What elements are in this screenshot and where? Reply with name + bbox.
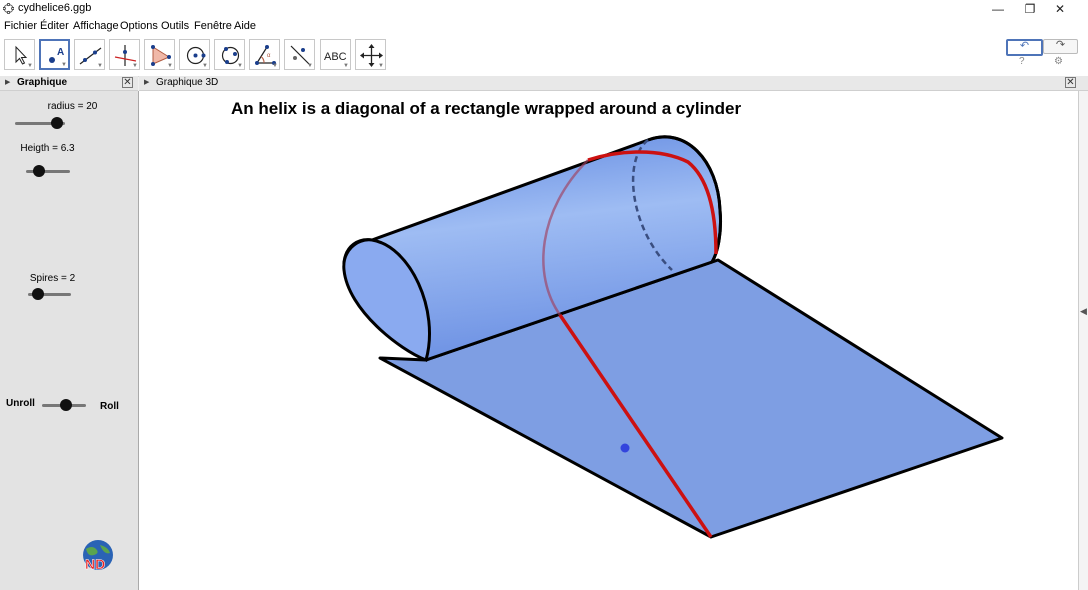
spires-slider-label: Spires = 2 xyxy=(29,273,76,284)
perpendicular-tool[interactable]: ▼ xyxy=(109,39,140,70)
collapse-arrow-icon[interactable]: ▶ xyxy=(5,78,10,86)
svg-text:ND: ND xyxy=(85,556,105,572)
radius-slider-knob[interactable] xyxy=(51,117,63,129)
point-tool[interactable]: A ▼ xyxy=(39,39,70,70)
svg-text:α: α xyxy=(267,53,271,59)
spires-slider-knob[interactable] xyxy=(32,288,44,300)
dropdown-icon: ▼ xyxy=(27,63,33,69)
helix-3d-drawing[interactable] xyxy=(139,91,1078,590)
graphique-panel-title: Graphique xyxy=(17,77,68,88)
redo-button[interactable]: ↷ xyxy=(1043,39,1078,54)
menu-aide[interactable]: Aide xyxy=(234,20,256,32)
undo-button[interactable]: ↶ xyxy=(1006,39,1043,56)
menu-affichage[interactable]: Affichage xyxy=(73,20,119,32)
radius-slider-label: radius = 20 xyxy=(47,101,98,112)
view3d-panel-header: ▶ Graphique 3D ✕ xyxy=(139,76,1088,91)
circle-tool[interactable]: ▼ xyxy=(179,39,210,70)
nd-logo: ND xyxy=(83,540,113,572)
spires-slider[interactable] xyxy=(28,288,71,300)
toolbar: ▼ A ▼ ▼ ▼ ▼ ▼ ▼ α ▼ ▼ ABC ▼ ▼ ↶ ↷ ? ⚙ xyxy=(0,35,1088,77)
window-title: cydhelice6.ggb xyxy=(18,2,92,14)
unroll-label: Unroll xyxy=(6,398,35,409)
menu-editer[interactable]: Éditer xyxy=(40,20,69,32)
line-tool[interactable]: ▼ xyxy=(74,39,105,70)
close-window-button[interactable]: ✕ xyxy=(1045,0,1075,18)
svg-text:A: A xyxy=(57,47,64,58)
view3d-panel-title: Graphique 3D xyxy=(156,77,219,88)
point-marker[interactable] xyxy=(620,443,630,453)
expand-arrow-icon[interactable]: ◀ xyxy=(1080,306,1087,317)
radius-slider[interactable] xyxy=(15,117,65,129)
graphique-3d-view[interactable]: An helix is a diagonal of a rectangle wr… xyxy=(139,91,1078,590)
menu-bar: Fichier Éditer Affichage Options Outils … xyxy=(0,18,1088,35)
dropdown-icon: ▼ xyxy=(97,63,103,69)
dropdown-icon: ▼ xyxy=(61,62,67,68)
minimize-button[interactable]: — xyxy=(983,0,1013,18)
angle-tool[interactable]: α ▼ xyxy=(249,39,280,70)
polygon-tool[interactable]: ▼ xyxy=(144,39,175,70)
right-edge-strip: ◀ xyxy=(1078,91,1088,590)
text-tool[interactable]: ABC ▼ xyxy=(320,39,351,70)
dropdown-icon: ▼ xyxy=(378,63,384,69)
settings-icon[interactable]: ⚙ xyxy=(1054,56,1063,67)
dropdown-icon: ▼ xyxy=(167,63,173,69)
dropdown-icon: ▼ xyxy=(307,63,313,69)
circle-three-points-tool[interactable]: ▼ xyxy=(214,39,245,70)
dropdown-icon: ▼ xyxy=(202,63,208,69)
restore-button[interactable]: ❐ xyxy=(1015,0,1045,18)
roll-label: Roll xyxy=(100,401,119,412)
move-tool[interactable]: ▼ xyxy=(4,39,35,70)
collapse-arrow-icon[interactable]: ▶ xyxy=(144,78,149,86)
dropdown-icon: ▼ xyxy=(237,63,243,69)
roll-slider[interactable] xyxy=(42,399,86,411)
menu-outils[interactable]: Outils xyxy=(161,20,189,32)
title-bar: cydhelice6.ggb — ❐ ✕ xyxy=(0,0,1088,18)
menu-options[interactable]: Options xyxy=(120,20,158,32)
close-panel-icon[interactable]: ✕ xyxy=(1065,77,1076,88)
height-slider-knob[interactable] xyxy=(33,165,45,177)
dropdown-icon: ▼ xyxy=(272,63,278,69)
close-panel-icon[interactable]: ✕ xyxy=(122,77,133,88)
menu-fichier[interactable]: Fichier xyxy=(4,20,37,32)
graphique-panel: radius = 20 Heigth = 6.3 Spires = 2 Unro… xyxy=(0,91,139,590)
reflect-tool[interactable]: ▼ xyxy=(284,39,315,70)
height-slider[interactable] xyxy=(26,165,70,177)
graphique-panel-header: ▶ Graphique ✕ xyxy=(0,76,138,91)
svg-text:ABC: ABC xyxy=(324,51,347,63)
roll-slider-knob[interactable] xyxy=(60,399,72,411)
help-icon[interactable]: ? xyxy=(1019,56,1025,67)
dropdown-icon: ▼ xyxy=(132,63,138,69)
dropdown-icon: ▼ xyxy=(343,63,349,69)
height-slider-label: Heigth = 6.3 xyxy=(20,143,75,154)
menu-fenetre[interactable]: Fenêtre xyxy=(194,20,232,32)
move-view-tool[interactable]: ▼ xyxy=(355,39,386,70)
geogebra-app-icon xyxy=(3,3,14,14)
